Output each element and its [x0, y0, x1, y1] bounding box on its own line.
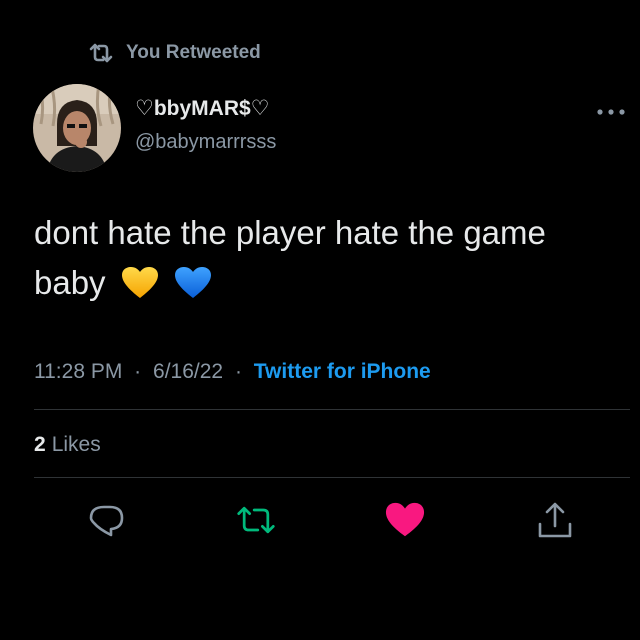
reply-icon	[89, 505, 124, 537]
like-icon	[385, 502, 425, 537]
display-name[interactable]: ♡bbyMAR$♡	[135, 94, 276, 124]
tweet-time[interactable]: 11:28 PM	[34, 360, 122, 383]
meta-separator: ·	[234, 360, 242, 383]
tweet-body: dont hate the player hate the game baby	[34, 214, 546, 301]
divider	[34, 477, 630, 478]
divider	[34, 409, 630, 410]
tweet-text: dont hate the player hate the game baby	[34, 208, 624, 314]
reply-button[interactable]	[87, 500, 127, 540]
more-options-button[interactable]	[594, 100, 628, 124]
retweet-icon	[237, 506, 275, 534]
share-icon	[538, 502, 572, 538]
retweet-context-label: You Retweeted	[126, 42, 261, 63]
retweet-icon	[88, 42, 114, 64]
likes-label: Likes	[51, 433, 101, 456]
retweet-button[interactable]	[236, 500, 276, 540]
blue-heart-icon	[174, 264, 212, 314]
handle[interactable]: @babymarrrsss	[135, 127, 276, 157]
tweet-source-link[interactable]: Twitter for iPhone	[254, 360, 431, 383]
likes-stat[interactable]: 2 Likes	[34, 429, 101, 461]
retweet-context[interactable]: You Retweeted	[88, 38, 261, 68]
like-button[interactable]	[385, 500, 425, 540]
likes-count: 2	[34, 433, 46, 456]
author-block[interactable]: ♡bbyMAR$♡ @babymarrrsss	[135, 94, 276, 157]
yellow-heart-icon	[121, 264, 159, 314]
tweet-meta: 11:28 PM · 6/16/22 · Twitter for iPhone	[34, 356, 431, 388]
share-button[interactable]	[535, 500, 575, 540]
avatar[interactable]	[33, 84, 121, 172]
meta-separator: ·	[134, 360, 142, 383]
more-icon	[597, 109, 625, 115]
tweet-date[interactable]: 6/16/22	[153, 360, 223, 383]
tweet: You Retweeted ♡bbyMAR$♡ @babymarrrsss do…	[0, 0, 640, 640]
